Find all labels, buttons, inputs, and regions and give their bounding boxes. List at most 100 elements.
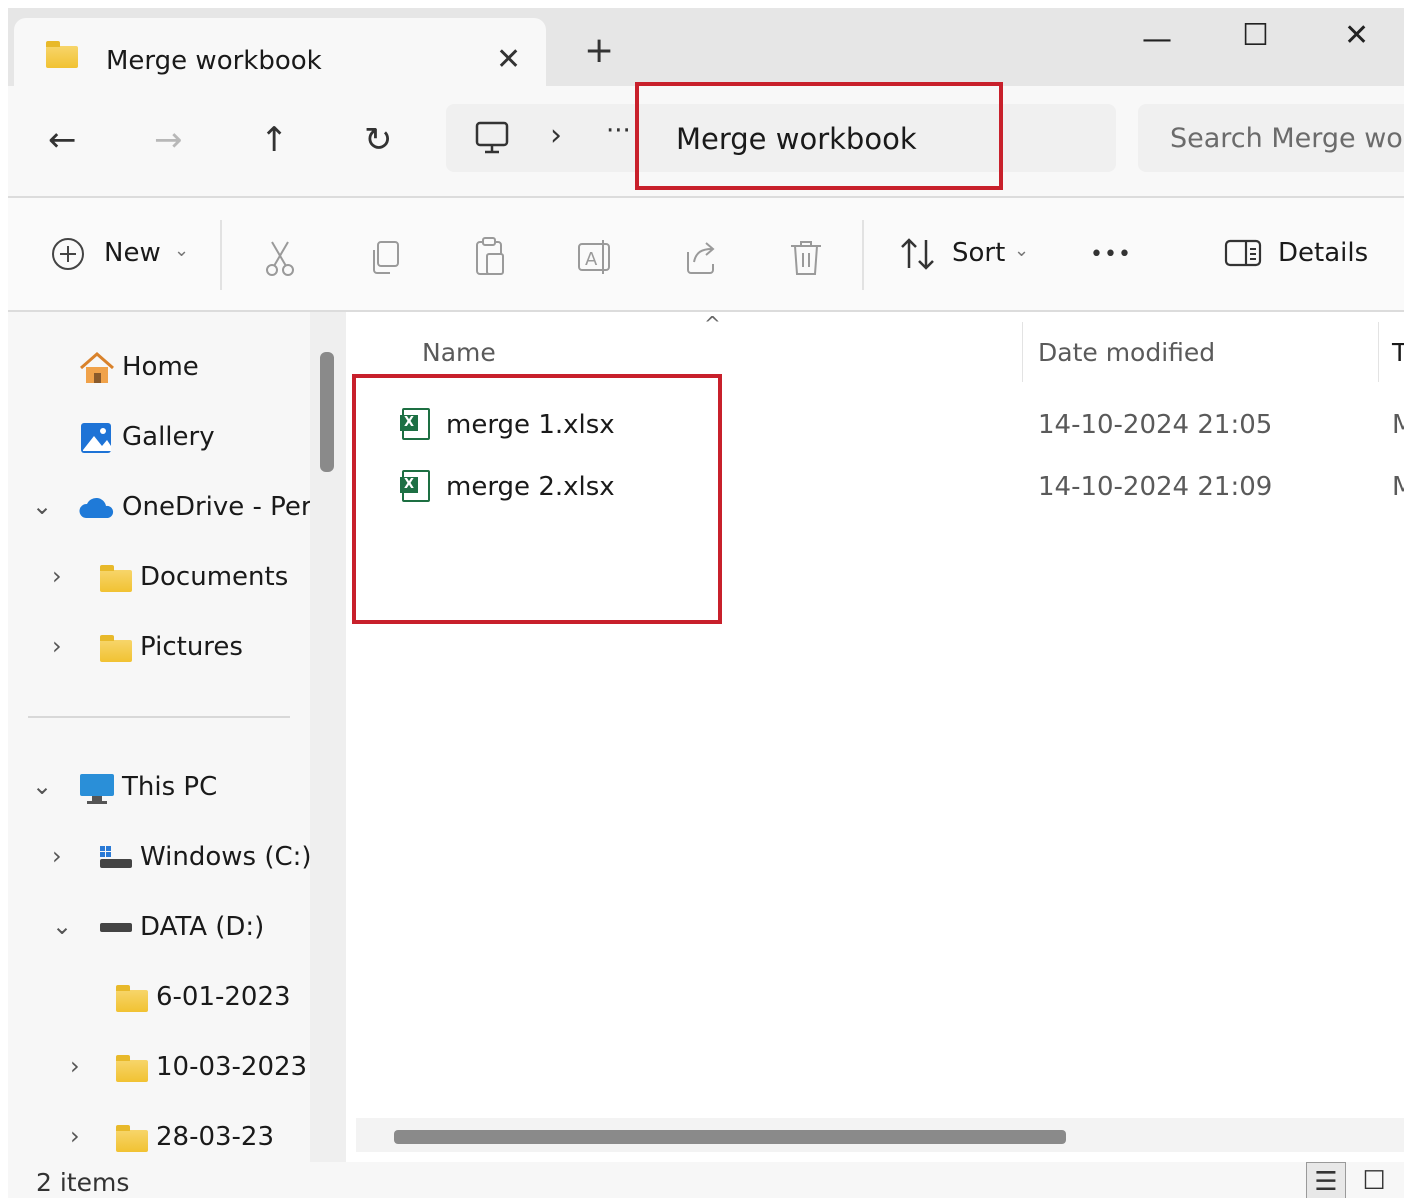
chevron-right-icon[interactable]: › [52,632,62,660]
file-type: M [1392,472,1404,502]
sidebar-item-label: 28-03-23 [156,1122,275,1152]
files-highlight-box [352,374,722,624]
cut-icon[interactable] [262,238,298,278]
item-count: 2 items [36,1168,130,1197]
sidebar-item-this-pc[interactable]: This PC [76,768,306,808]
navigation-pane: Home Gallery ⌄ OneDrive - Perso › Docume… [8,312,346,1162]
minimize-button[interactable]: — [1142,22,1172,57]
chevron-right-icon[interactable]: › [52,842,62,870]
breadcrumb-overflow-button[interactable]: ··· [606,116,631,146]
folder-icon [116,1055,148,1082]
tiles-view-icon: ☐ [1362,1166,1386,1196]
sidebar-item-home[interactable]: Home [76,348,306,388]
sidebar-item-gallery[interactable]: Gallery [76,418,306,458]
up-button[interactable]: ↑ [260,120,289,160]
details-button[interactable]: Details [1224,232,1384,276]
search-input[interactable]: Search Merge wo [1170,123,1403,154]
sidebar-item-label: 6-01-2023 [156,982,291,1012]
column-separator[interactable] [1022,322,1023,382]
sort-icon [901,238,934,270]
column-header-date-modified[interactable]: Date modified [1038,338,1215,367]
chevron-down-icon[interactable]: ⌄ [32,772,52,800]
large-icons-view-button[interactable]: ☐ [1354,1162,1394,1198]
chevron-down-icon[interactable]: ⌄ [52,912,72,940]
file-explorer-window: Merge workbook ✕ + — ☐ ✕ ← → ↑ ↻ › ··· M… [8,8,1404,1198]
chevron-right-icon[interactable]: › [70,1122,80,1150]
folder-icon [116,1125,148,1152]
sidebar-item-folder-10-03-2023[interactable]: 10-03-2023 [112,1048,312,1088]
cloud-icon [79,497,114,518]
breadcrumb-chevron-icon[interactable]: › [550,118,562,153]
sidebar-item-label: This PC [122,772,218,802]
tab-close-icon[interactable]: ✕ [496,42,521,77]
forward-button[interactable]: → [154,120,183,160]
sort-button-label: Sort [952,238,1006,268]
copy-icon[interactable] [368,238,404,278]
sidebar-item-label: Home [122,352,199,382]
horizontal-scrollbar[interactable] [356,1118,1404,1152]
gallery-icon [81,423,111,453]
sidebar-item-documents[interactable]: Documents [96,558,306,598]
chevron-right-icon[interactable]: › [52,562,62,590]
share-icon[interactable] [682,238,722,278]
toolbar-separator [862,220,864,290]
sidebar-item-label: Documents [140,562,289,592]
status-bar: 2 items ☰ ☐ [8,1162,1404,1198]
address-highlight-box [635,82,1003,190]
horizontal-scrollbar-thumb[interactable] [394,1130,1066,1144]
chevron-right-icon[interactable]: › [70,1052,80,1080]
sidebar-item-pictures[interactable]: Pictures [96,628,306,668]
column-separator[interactable] [1378,322,1379,382]
details-view-button[interactable]: ☰ [1306,1162,1346,1198]
folder-icon [46,41,78,68]
sidebar-item-folder-28-03-23[interactable]: 28-03-23 [112,1118,312,1158]
tab-merge-workbook[interactable]: Merge workbook ✕ [14,18,546,88]
toolbar-separator [220,220,222,290]
sidebar-item-label: Gallery [122,422,215,452]
details-pane-icon [1224,239,1262,267]
file-date-modified: 14-10-2024 21:09 [1038,472,1273,502]
refresh-button[interactable]: ↻ [364,120,393,160]
sidebar-item-label: DATA (D:) [140,912,265,942]
maximize-button[interactable]: ☐ [1242,18,1269,53]
back-button[interactable]: ← [48,120,77,160]
sidebar-item-label: OneDrive - Perso [122,492,316,522]
chevron-down-icon: ⌄ [1014,240,1030,261]
search-box[interactable]: Search Merge wo [1138,104,1404,172]
home-icon [80,352,114,383]
file-list: ^ Name Date modified T X merge 1.xlsx 14… [346,312,1404,1162]
sidebar-item-folder-6-01-2023[interactable]: 6-01-2023 [112,978,312,1018]
tab-bar: Merge workbook ✕ + — ☐ ✕ [8,8,1404,88]
folder-icon [100,635,132,662]
sidebar-item-label: Windows (C:) [140,842,312,872]
command-bar: New ⌄ A Sort ⌄ ••• Details [8,198,1404,310]
svg-text:A: A [585,249,598,270]
sidebar-item-onedrive[interactable]: OneDrive - Perso [76,488,316,528]
sort-button[interactable]: Sort ⌄ [898,232,1038,276]
drive-icon [100,923,132,932]
list-view-icon: ☰ [1314,1167,1338,1197]
folder-icon [100,565,132,592]
paste-icon[interactable] [472,236,508,278]
chevron-down-icon[interactable]: ⌄ [32,492,52,520]
monitor-icon[interactable] [474,120,512,156]
sort-ascending-indicator-icon: ^ [704,312,721,336]
tab-title: Merge workbook [106,46,322,76]
monitor-icon [80,774,114,804]
column-header-type[interactable]: T [1392,338,1404,367]
new-button-label: New [104,238,161,268]
more-options-button[interactable]: ••• [1090,242,1132,267]
rename-icon[interactable]: A [576,238,616,278]
file-type: M [1392,410,1404,440]
sidebar-item-label: Pictures [140,632,243,662]
sidebar-item-label: 10-03-2023 [156,1052,308,1082]
sidebar-item-windows-c[interactable]: Windows (C:) [96,838,312,878]
plus-circle-icon [52,238,84,270]
sidebar-item-data-d[interactable]: DATA (D:) [96,908,306,948]
close-window-button[interactable]: ✕ [1344,18,1369,53]
delete-icon[interactable] [788,238,824,278]
column-header-name[interactable]: Name [422,338,496,367]
new-button[interactable]: New ⌄ [46,232,196,276]
new-tab-button[interactable]: + [584,30,614,71]
navigation-scrollbar-thumb[interactable] [320,352,334,472]
